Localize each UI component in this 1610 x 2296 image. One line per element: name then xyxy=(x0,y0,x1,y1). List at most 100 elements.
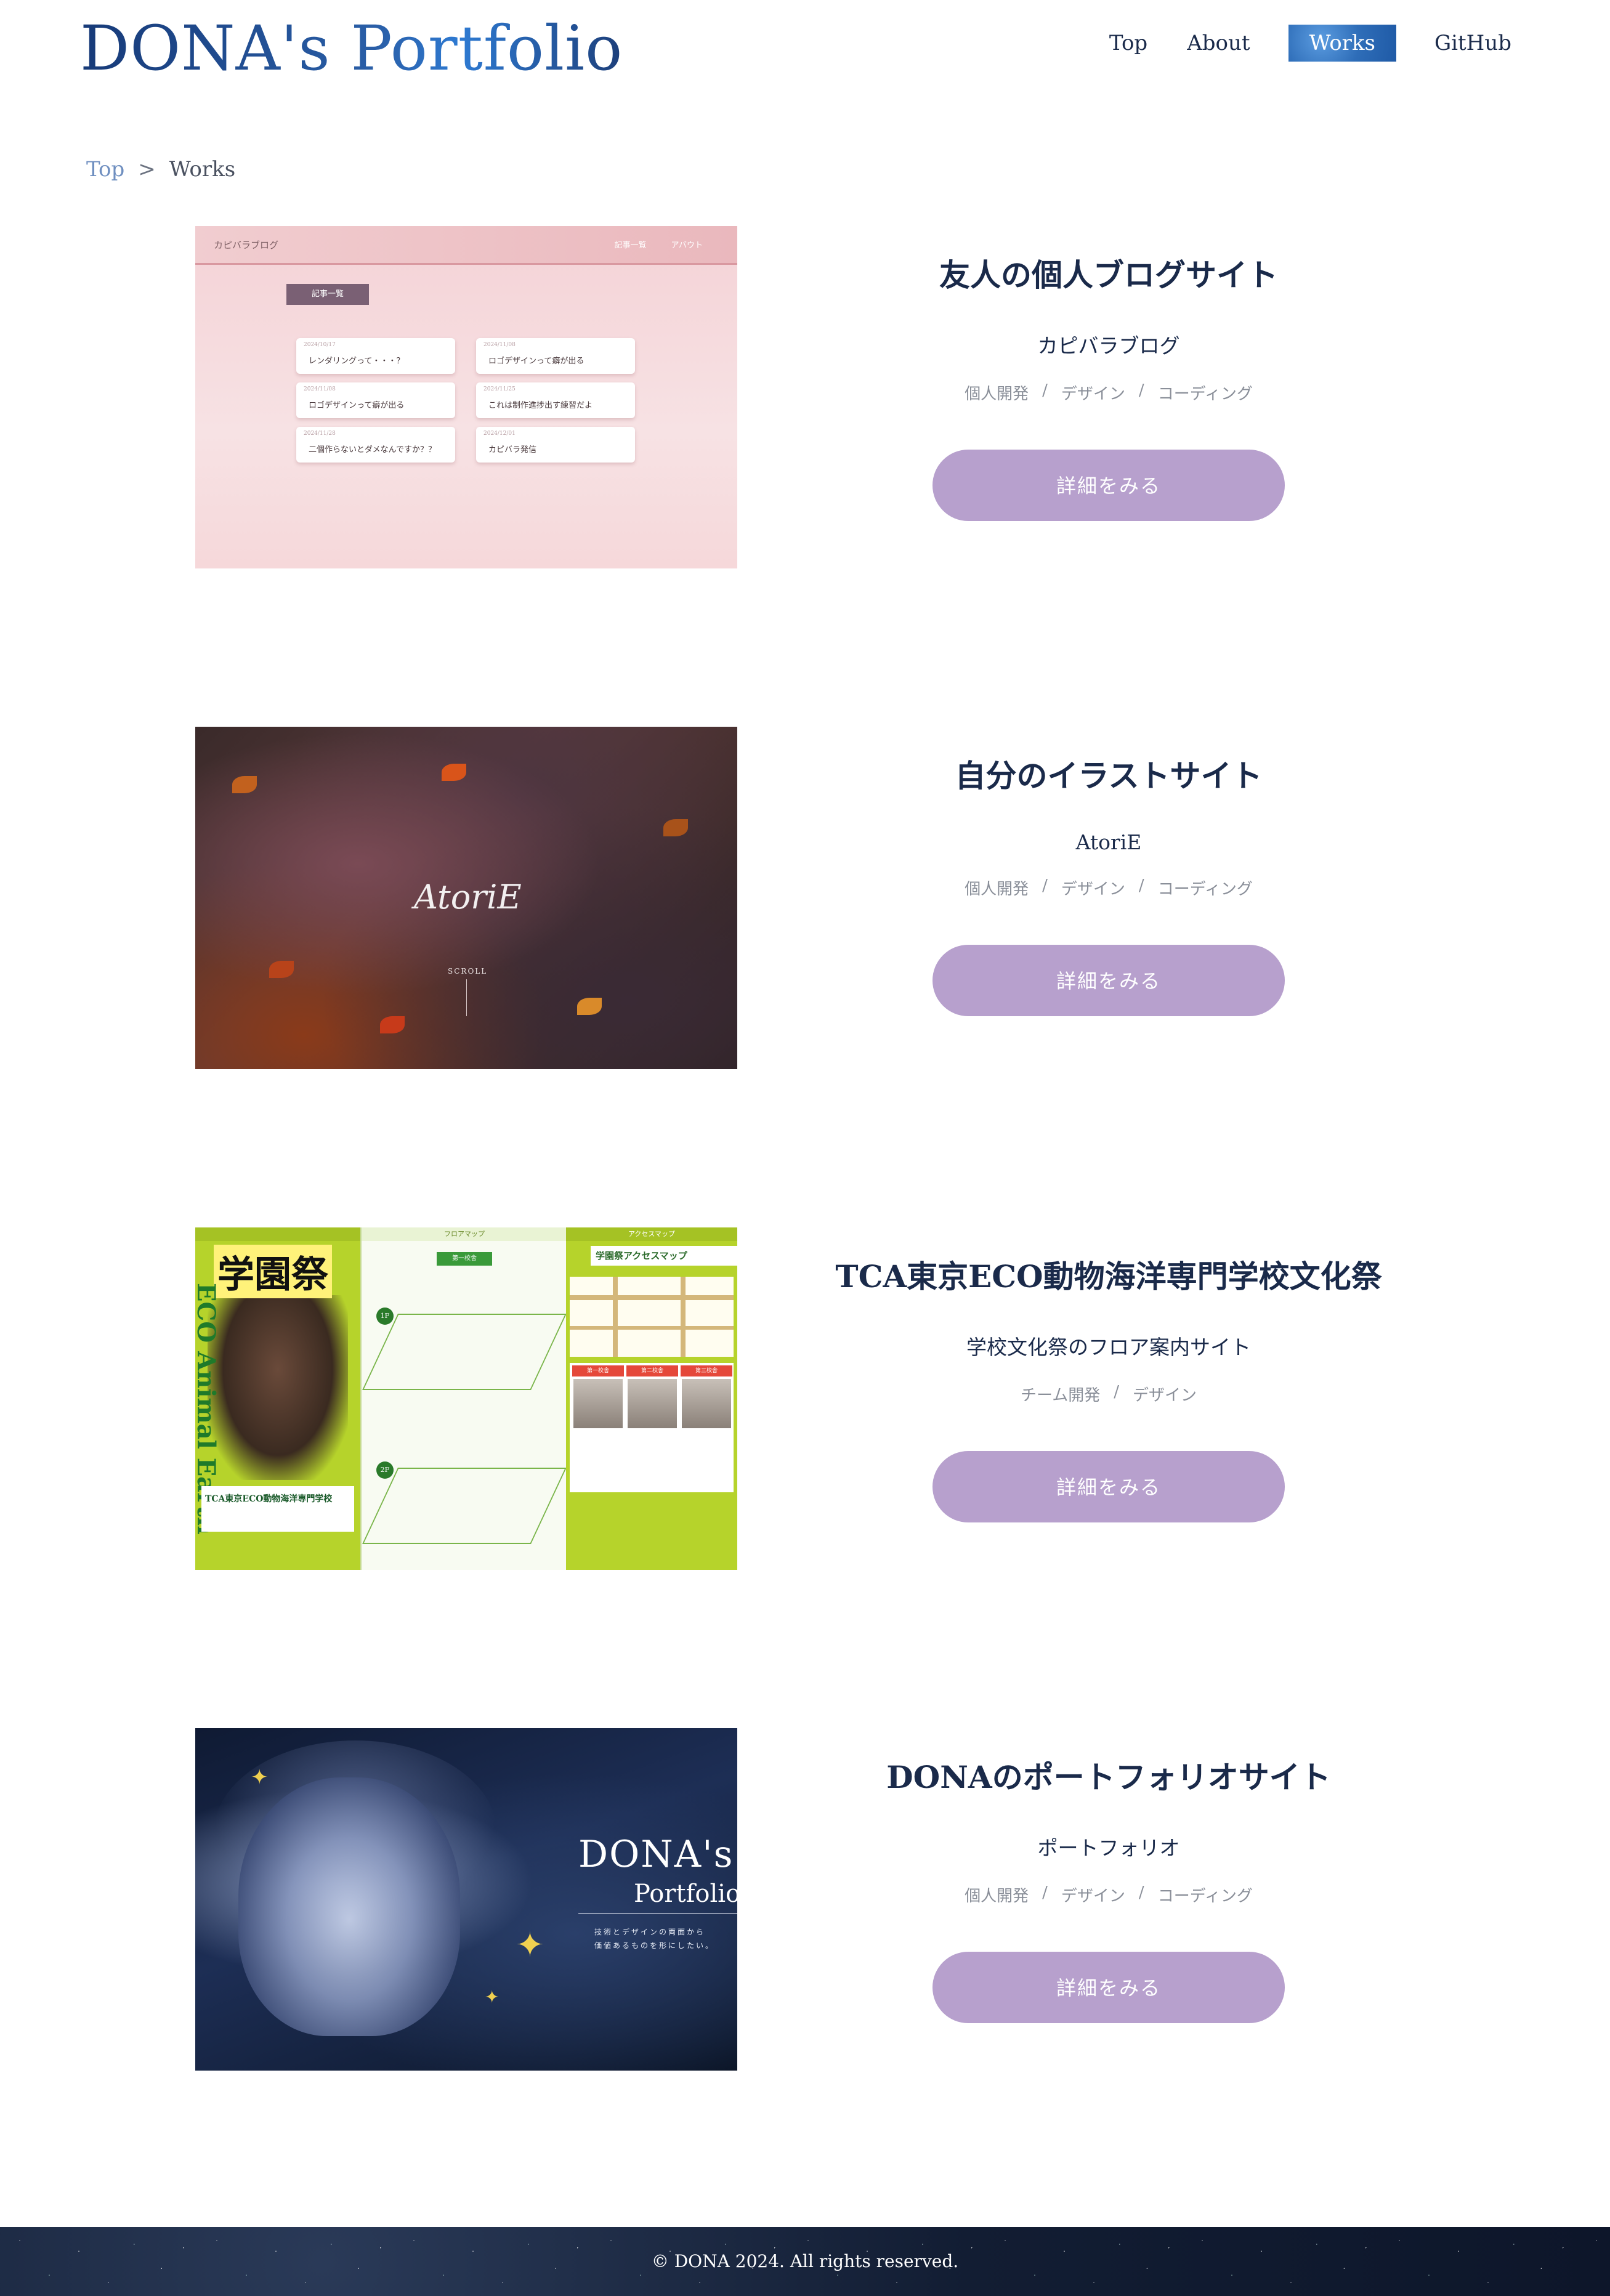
thumb-portfolio-subtitle: Portfolio xyxy=(634,1880,737,1908)
work-tag: 個人開発 xyxy=(965,880,1029,899)
thumb-blog-card: 2024/11/25 これは制作進捗出す練習だよ xyxy=(476,382,635,418)
photo-label: 第二校舎 xyxy=(626,1365,678,1376)
floor-map-panel: フロアマップ 第一校舎 1F 2F xyxy=(360,1227,568,1570)
thumb-blog-card: 2024/11/08 ロゴデザインって癖が出る xyxy=(296,382,455,418)
school-name-box: TCA東京ECO動物海洋専門学校 xyxy=(201,1486,354,1532)
work-thumbnail-festival[interactable]: 学園祭 ECO Animal Earth TCA東京ECO動物海洋専門学校 フロ… xyxy=(195,1227,737,1570)
tagline-line: 技術とデザインの両面から xyxy=(594,1928,706,1936)
work-info-portfolio: DONAのポートフォリオサイト ポートフォリオ 個人開発 / デザイン / コーディ… xyxy=(801,1753,1417,2023)
thumb-blog-card-title: これは制作進捗出す練習だよ xyxy=(488,401,593,410)
first-building-label: 第一校舎 xyxy=(437,1252,492,1266)
main-nav: Top About Works GitHub xyxy=(1090,25,1531,62)
thumb-blog-nav-item: アバウト xyxy=(671,241,703,250)
work-subtitle: ポートフォリオ xyxy=(1037,1836,1180,1860)
thumb-blog-card-title: カピバラ発信 xyxy=(488,445,537,455)
divider xyxy=(578,1913,737,1914)
work-tag: コーディング xyxy=(1157,1887,1253,1906)
nav-works[interactable]: Works xyxy=(1288,25,1396,62)
nav-about[interactable]: About xyxy=(1167,26,1269,60)
leaf-shape xyxy=(232,776,257,793)
tag-separator: / xyxy=(1042,381,1048,400)
work-thumbnail-illustration[interactable]: AtoriE SCROLL xyxy=(195,727,737,1069)
thumb-blog-card-title: ロゴデザインって癖が出る xyxy=(488,357,585,366)
access-map-title: 学園祭アクセスマップ xyxy=(591,1246,737,1266)
building-photo xyxy=(573,1379,623,1428)
floor-badge: 1F xyxy=(376,1308,394,1325)
thumb-blog-card-title: ロゴデザインって癖が出る xyxy=(309,401,405,410)
building-photo xyxy=(682,1379,731,1428)
thumb-blog-card-date: 2024/11/08 xyxy=(483,342,516,348)
work-info-illustration: 自分のイラストサイト AtoriE 個人開発 / デザイン / コーディング 詳細を… xyxy=(801,751,1417,1016)
work-thumbnail-portfolio[interactable]: ✦ ✦ ✦ DONA's Portfolio 技術とデザインの両面から 価値ある… xyxy=(195,1728,737,2071)
map-road xyxy=(570,1295,734,1300)
floor-badge: 2F xyxy=(376,1461,394,1479)
map-road xyxy=(681,1277,686,1357)
work-info-blog: 友人の個人ブログサイト カピバラブログ 個人開発 / デザイン / コーディング 詳… xyxy=(801,251,1417,521)
thumb-blog-card-title: レンダリングって・・・？ xyxy=(309,357,405,366)
thumb-blog-heading: 記事一覧 xyxy=(286,284,369,305)
work-subtitle: 学校文化祭のフロア案内サイト xyxy=(966,1335,1251,1359)
leaf-shape xyxy=(663,819,688,836)
thumb-blog-header: カピバラブログ 記事一覧 アバウト xyxy=(195,226,737,265)
thumb-blog-card-title: 二個作らないとダメなんですか？？ xyxy=(309,445,436,455)
work-item-blog: カピバラブログ 記事一覧 アバウト 記事一覧 2024/10/17 レンダリング… xyxy=(0,226,1610,571)
work-tag: チーム開発 xyxy=(1020,1386,1101,1405)
work-title: DONAのポートフォリオサイト xyxy=(886,1759,1331,1795)
work-tag: デザイン xyxy=(1061,880,1125,899)
work-thumbnail-blog[interactable]: カピバラブログ 記事一覧 アバウト 記事一覧 2024/10/17 レンダリング… xyxy=(195,226,737,568)
breadcrumb-separator: > xyxy=(138,157,156,182)
thumb-blog-card: 2024/12/01 カピバラ発信 xyxy=(476,427,635,463)
tag-separator: / xyxy=(1042,876,1048,895)
access-map-panel: アクセスマップ 学園祭アクセスマップ 第一校舎 第二校舎 第三校舎 xyxy=(566,1227,737,1570)
work-tag: 個人開発 xyxy=(965,385,1029,403)
animal-illustration xyxy=(208,1295,348,1480)
thumb-blog-card-date: 2024/11/28 xyxy=(304,430,336,437)
site-footer: © DONA 2024. All rights reserved. xyxy=(0,2227,1610,2296)
building-photos: 第一校舎 第二校舎 第三校舎 xyxy=(570,1363,734,1492)
view-details-button[interactable]: 詳細をみる xyxy=(932,1952,1285,2023)
work-title: 自分のイラストサイト xyxy=(955,758,1263,794)
work-tag: 個人開発 xyxy=(965,1887,1029,1906)
floor-plan xyxy=(362,1468,567,1544)
work-tags: チーム開発 / デザイン xyxy=(801,1383,1417,1405)
leaf-shape xyxy=(577,998,602,1015)
thumb-blog-card-date: 2024/11/08 xyxy=(304,386,336,392)
character-illustration xyxy=(238,1777,460,2036)
leaf-shape xyxy=(269,961,294,978)
thumb-blog-card-date: 2024/10/17 xyxy=(304,342,336,348)
work-tags: 個人開発 / デザイン / コーディング xyxy=(801,1883,1417,1906)
thumb-scroll-label: SCROLL xyxy=(448,967,488,976)
view-details-button[interactable]: 詳細をみる xyxy=(932,1451,1285,1522)
festival-title: 学園祭 xyxy=(214,1245,332,1298)
photo-label: 第一校舎 xyxy=(572,1365,624,1376)
photo-label: 第三校舎 xyxy=(681,1365,732,1376)
nav-github[interactable]: GitHub xyxy=(1415,26,1531,60)
breadcrumb: Top > Works xyxy=(86,157,235,182)
leaf-shape xyxy=(442,764,466,781)
thumb-blog-card: 2024/11/08 ロゴデザインって癖が出る xyxy=(476,338,635,374)
view-details-button[interactable]: 詳細をみる xyxy=(932,450,1285,521)
work-item-illustration: AtoriE SCROLL 自分のイラストサイト AtoriE 個人開発 / デザ… xyxy=(0,727,1610,1072)
thumb-blog-nav-item: 記事一覧 xyxy=(614,241,647,250)
map-road xyxy=(570,1326,734,1330)
leaf-shape xyxy=(380,1016,405,1033)
thumb-blog-card: 2024/10/17 レンダリングって・・・？ xyxy=(296,338,455,374)
breadcrumb-home-link[interactable]: Top xyxy=(86,157,124,182)
access-map xyxy=(570,1277,734,1357)
tag-separator: / xyxy=(1138,876,1144,895)
site-logo[interactable]: DONA's Portfolio xyxy=(80,12,623,84)
tagline-line: 価値あるものを形にしたい。 xyxy=(594,1941,715,1950)
star-icon: ✦ xyxy=(251,1765,269,1790)
work-item-festival: 学園祭 ECO Animal Earth TCA東京ECO動物海洋専門学校 フロ… xyxy=(0,1227,1610,1572)
work-subtitle: カピバラブログ xyxy=(1037,334,1180,358)
work-title: 友人の個人ブログサイト xyxy=(939,257,1278,293)
view-details-button[interactable]: 詳細をみる xyxy=(932,945,1285,1016)
work-info-festival: TCA東京ECO動物海洋専門学校文化祭 学校文化祭のフロア案内サイト チーム開発… xyxy=(801,1252,1417,1522)
tag-separator: / xyxy=(1138,381,1144,400)
nav-top[interactable]: Top xyxy=(1090,26,1167,60)
work-tags: 個人開発 / デザイン / コーディング xyxy=(801,876,1417,899)
access-map-header: アクセスマップ xyxy=(566,1227,737,1241)
panel-header xyxy=(195,1227,360,1241)
work-subtitle: AtoriE xyxy=(1075,830,1142,854)
building-photo xyxy=(628,1379,677,1428)
